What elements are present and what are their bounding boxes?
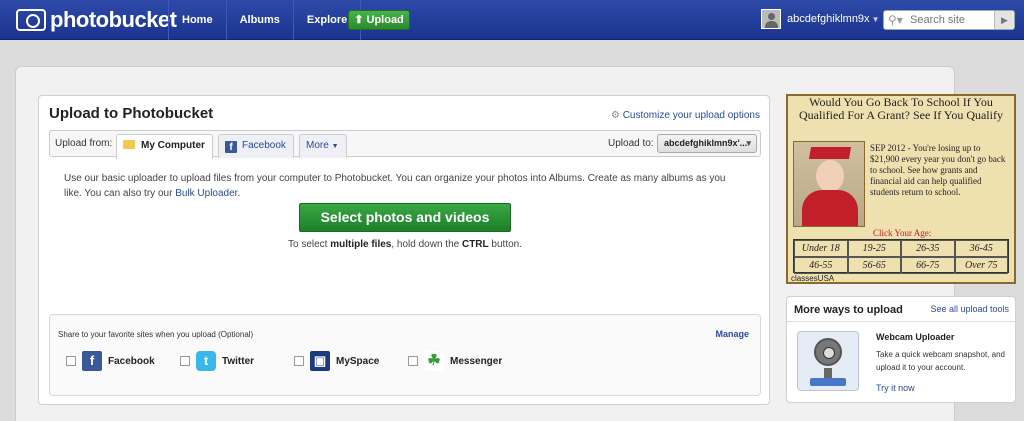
webcam-uploader-title: Webcam Uploader [876,332,955,342]
upload-to-label: Upload to: [608,138,654,149]
service-label: Facebook [108,355,155,367]
chevron-down-icon: ▼ [331,143,339,150]
twitter-checkbox[interactable] [180,356,190,366]
search-go-button[interactable]: ▶ [994,11,1014,29]
logo-text: photobucket [50,7,177,32]
main-nav: Home Albums Explore [168,0,362,40]
photobucket-logo[interactable]: photobucket [16,7,177,32]
try-it-now-link[interactable]: Try it now [876,383,915,393]
customize-upload-link[interactable]: ⚙ Customize your upload options [611,110,760,121]
service-label: Twitter [222,355,255,367]
tab-label: More [306,140,329,151]
multi-select-hint: To select multiple files, hold down the … [39,239,771,250]
webcam-stand-shape [824,368,832,378]
tab-label: Facebook [242,140,286,151]
nav-home[interactable]: Home [168,0,226,40]
age-option[interactable]: 56-65 [847,257,901,274]
customize-link-text: Customize your upload options [622,110,760,121]
tab-my-computer[interactable]: My Computer [116,134,213,159]
select-photos-button[interactable]: Select photos and videos [299,203,511,232]
twitter-icon: t [196,351,216,371]
search-input[interactable] [910,13,990,27]
upload-source-tabs: Upload from: My Computer f Facebook More … [49,130,761,159]
ad-click-label: Click Your Age: [873,228,932,238]
gown-shape [802,190,858,226]
uploader-description: Use our basic uploader to upload files f… [64,173,726,199]
see-all-tools-link[interactable]: See all upload tools [930,304,1009,314]
service-label: MySpace [336,355,380,367]
page-title: Upload to Photobucket [49,105,214,122]
chevron-down-icon: ▼ [871,14,880,24]
share-messenger: ☘ Messenger [408,351,502,371]
webcam-uploader-text: Take a quick webcam snapshot, and upload… [876,350,1005,372]
more-ways-title: More ways to upload [794,304,903,316]
webcam-base-shape [810,378,846,386]
folder-icon [123,140,135,149]
album-select-value: abcdefghiklmn9x'... [664,138,748,148]
album-select[interactable]: abcdefghiklmn9x'... ▾ [657,134,757,153]
more-ways-panel: More ways to upload See all upload tools… [786,296,1016,403]
graduate-photo [793,141,865,227]
tab-facebook[interactable]: f Facebook [218,134,294,158]
share-myspace: ▣ MySpace [294,351,379,371]
upload-button[interactable]: ⬆ Upload [348,10,410,30]
service-label: Messenger [450,355,503,367]
age-option[interactable]: 46-55 [794,257,848,274]
facebook-icon: f [225,141,237,153]
messenger-icon: ☘ [424,351,444,371]
bulk-uploader-link[interactable]: Bulk Uploader [175,188,237,199]
search-icon[interactable]: ⚲▾ [888,13,903,27]
share-facebook: f Facebook [66,351,155,371]
age-grid: Under 18 19-25 26-35 36-45 46-55 56-65 6… [793,239,1009,274]
top-nav-bar: photobucket Home Albums Explore ⬆ Upload… [0,0,1024,40]
camera-logo-icon [16,9,46,31]
age-option[interactable]: 66-75 [901,257,955,274]
hint-bold: CTRL [461,239,489,250]
webcam-lens-shape [814,338,842,366]
upload-panel: Upload to Photobucket ⚙ Customize your u… [38,95,770,405]
messenger-checkbox[interactable] [408,356,418,366]
chevron-down-icon: ▾ [746,138,751,148]
divider [787,321,1015,322]
hint-text: , hold down the [391,239,460,250]
ad-headline: Would You Go Back To School If You Quali… [799,95,1003,122]
hint-text: To select [287,239,328,250]
share-twitter: t Twitter [180,351,254,371]
hint-text: button. [491,239,523,250]
facebook-icon: f [82,351,102,371]
age-option[interactable]: Under 18 [794,240,848,257]
face-shape [816,160,844,192]
ad-copy: SEP 2012 - You're losing up to $21,900 e… [870,143,1006,197]
grant-advertisement[interactable]: Would You Go Back To School If You Quali… [786,94,1016,284]
user-menu[interactable]: abcdefghiklmn9x ▼ [761,9,879,29]
hint-bold: multiple files [330,239,392,250]
tab-label: My Computer [141,140,205,151]
age-option[interactable]: 19-25 [847,240,901,257]
description-text: Use our basic uploader to upload files f… [64,173,726,199]
gear-icon: ⚙ [610,110,620,121]
ad-brand: classesUSA [791,274,835,283]
grad-cap-shape [808,147,852,159]
upload-button-label: Upload [366,14,404,26]
webcam-icon[interactable] [797,331,859,391]
nav-albums[interactable]: Albums [225,0,293,40]
manage-link[interactable]: Manage [715,329,749,339]
username: abcdefghiklmn9x [787,13,870,25]
tab-more[interactable]: More ▼ [299,134,347,158]
share-label: Share to your favorite sites when you up… [58,330,254,339]
share-options: Share to your favorite sites when you up… [49,314,761,396]
search-box: ⚲▾ ▶ [883,10,1015,30]
age-option[interactable]: 36-45 [954,240,1008,257]
avatar [761,9,781,29]
myspace-icon: ▣ [310,351,330,371]
age-option[interactable]: Over 75 [954,257,1008,274]
facebook-checkbox[interactable] [66,356,76,366]
upload-from-label: Upload from: [55,138,113,149]
age-option[interactable]: 26-35 [901,240,955,257]
up-arrow-icon: ⬆ [354,14,364,26]
myspace-checkbox[interactable] [294,356,304,366]
